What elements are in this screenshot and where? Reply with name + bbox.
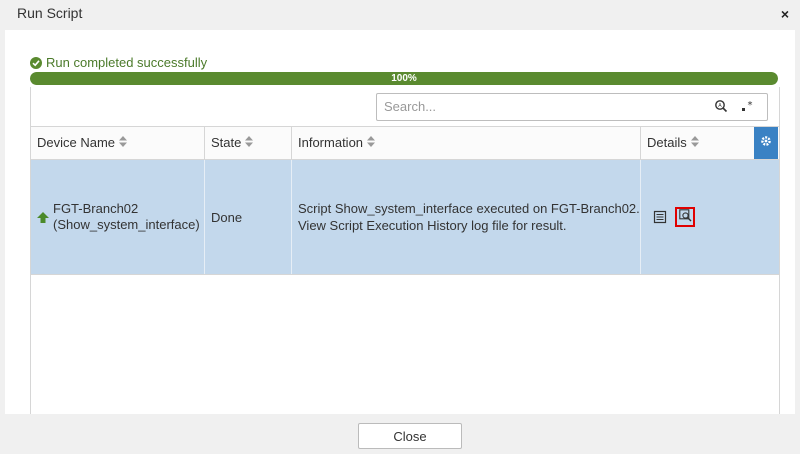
status-message: Run completed successfully [46, 55, 208, 70]
column-label: Details [647, 135, 687, 150]
svg-text:A: A [718, 103, 722, 109]
progress-label: 100% [391, 73, 417, 84]
arrow-up-icon [37, 211, 49, 226]
column-settings-button[interactable] [754, 127, 778, 159]
column-device-name[interactable]: Device Name [31, 127, 205, 159]
search-input[interactable] [377, 94, 704, 118]
table-row[interactable]: FGT-Branch02 (Show_system_interface) Don… [31, 160, 779, 275]
dialog-titlebar: Run Script × [0, 0, 800, 30]
dialog-title: Run Script [17, 5, 83, 21]
dialog-footer: Close [0, 414, 800, 454]
information-cell: Script Show_system_interface executed on… [292, 160, 641, 274]
dialog-content: Run completed successfully 100% A * Devi… [5, 30, 795, 414]
device-cell: FGT-Branch02 (Show_system_interface) [31, 160, 205, 274]
log-details-icon[interactable] [653, 210, 667, 224]
column-details[interactable]: Details [641, 127, 754, 159]
search-icon[interactable]: A [714, 99, 728, 113]
sort-icon [119, 127, 128, 159]
state-value: Done [211, 209, 243, 225]
sort-icon [690, 127, 699, 159]
view-log-icon [678, 209, 692, 225]
column-label: Information [298, 135, 364, 150]
column-label: Device Name [37, 135, 116, 150]
column-information[interactable]: Information [292, 127, 641, 159]
close-button[interactable]: Close [358, 423, 462, 449]
table-header: Device Name State Information Details [31, 126, 779, 160]
search-box: A * [376, 93, 768, 121]
details-cell [641, 160, 779, 274]
sort-icon [245, 127, 254, 159]
run-status: Run completed successfully [30, 55, 207, 70]
info-line: View Script Execution History log file f… [298, 218, 567, 233]
device-name: FGT-Branch02 [53, 201, 139, 216]
state-cell: Done [205, 160, 292, 274]
sort-icon [367, 127, 376, 159]
regex-icon[interactable]: * [741, 99, 755, 113]
column-state[interactable]: State [205, 127, 292, 159]
column-label: State [211, 135, 242, 150]
check-circle-icon [30, 56, 42, 69]
script-name: (Show_system_interface) [53, 217, 200, 232]
gear-icon [760, 134, 772, 152]
info-line: Script Show_system_interface executed on… [298, 201, 640, 216]
results-table: A * Device Name State Information Detail… [30, 87, 780, 414]
close-icon[interactable]: × [781, 6, 789, 22]
svg-text:*: * [748, 100, 753, 111]
view-log-button[interactable] [675, 207, 695, 227]
progress-bar: 100% [30, 72, 778, 85]
